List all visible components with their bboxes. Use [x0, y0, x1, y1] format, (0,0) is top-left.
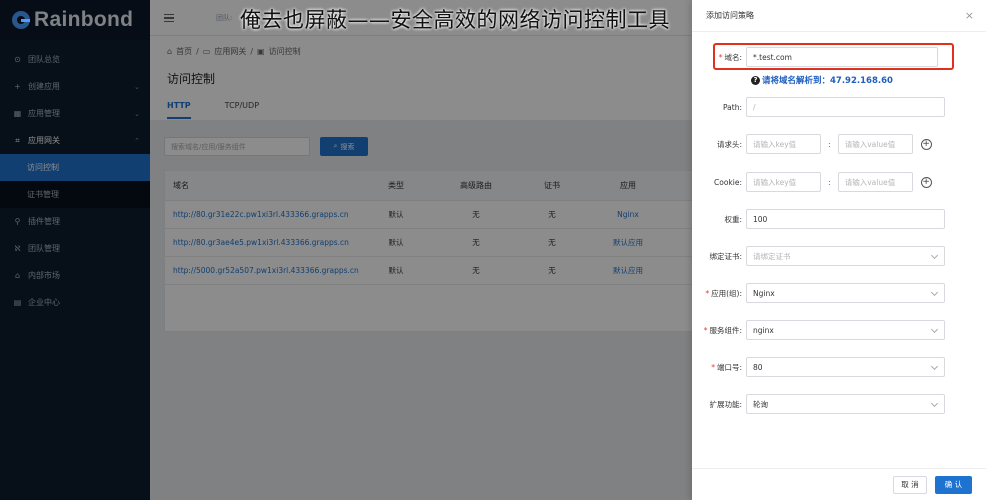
add-cookie-plus-icon[interactable]: + [920, 176, 932, 188]
label-cookie: Cookie [714, 177, 740, 187]
label-path: Path [722, 102, 740, 112]
form-row-port: * 端口号: 80 [692, 357, 986, 377]
extension-select-value: 轮询 [753, 399, 768, 409]
label-extension: 扩展功能 [709, 399, 740, 409]
chevron-down-icon [930, 251, 939, 260]
form-row-header: 请求头: 请输入key值 : 请输入value值 + [692, 134, 986, 154]
chevron-down-icon [930, 325, 939, 334]
form-row-extension: 扩展功能: 轮询 [692, 394, 986, 414]
label-app: 应用(组) [711, 288, 740, 298]
chevron-down-icon [930, 399, 939, 408]
label-component: 服务组件 [709, 325, 740, 335]
form-row-weight: 权重: 100 [692, 209, 986, 229]
header-key-input[interactable]: 请输入key值 [746, 134, 821, 154]
cookie-value-input[interactable]: 请输入value值 [837, 172, 913, 192]
question-icon: ? [751, 75, 760, 85]
app-select[interactable]: Nginx [746, 283, 945, 303]
dns-hint-text: 请将域名解析到：47.92.168.60 [762, 76, 893, 86]
cookie-key-input[interactable]: 请输入key值 [746, 172, 821, 192]
cert-select[interactable]: 请绑定证书 [746, 246, 945, 266]
chevron-down-icon [930, 362, 939, 371]
form-row-component: * 服务组件: nginx [692, 320, 986, 340]
app-select-value: Nginx [753, 288, 775, 298]
component-select-value: nginx [753, 325, 774, 335]
separator-colon: : [828, 139, 831, 149]
drawer-footer: 取 消 确 认 [692, 468, 986, 500]
port-select-value: 80 [753, 362, 763, 372]
component-select[interactable]: nginx [746, 320, 945, 340]
separator-colon: : [828, 177, 831, 187]
form-row-app: * 应用(组): Nginx [692, 283, 986, 303]
label-cert: 绑定证书 [709, 251, 740, 261]
domain-highlight-box [713, 43, 954, 70]
header-value-input[interactable]: 请输入value值 [837, 134, 913, 154]
weight-input[interactable]: 100 [746, 209, 945, 229]
cert-select-placeholder: 请绑定证书 [753, 251, 791, 261]
form-row-path: Path: / [692, 97, 986, 117]
form-row-cookie: Cookie: 请输入key值 : 请输入value值 + [692, 172, 986, 192]
label-weight: 权重 [724, 214, 740, 224]
form-row-cert: 绑定证书: 请绑定证书 [692, 246, 986, 266]
cancel-button[interactable]: 取 消 [893, 475, 927, 494]
drawer-mask[interactable] [0, 0, 692, 500]
label-header: 请求头 [716, 139, 740, 149]
path-input[interactable]: / [746, 97, 945, 117]
label-port: 端口号 [716, 362, 740, 372]
extension-select[interactable]: 轮询 [746, 394, 945, 414]
dns-hint: ? 请将域名解析到：47.92.168.60 [751, 74, 893, 86]
confirm-button[interactable]: 确 认 [935, 475, 972, 494]
overlay-caption: 俺去也屏蔽——安全高效的网络访问控制工具 [240, 8, 670, 32]
close-icon[interactable]: × [965, 9, 974, 22]
drawer-title: 添加访问策略 [692, 0, 986, 32]
add-header-plus-icon[interactable]: + [920, 138, 932, 150]
chevron-down-icon [930, 288, 939, 297]
port-select[interactable]: 80 [746, 357, 945, 377]
